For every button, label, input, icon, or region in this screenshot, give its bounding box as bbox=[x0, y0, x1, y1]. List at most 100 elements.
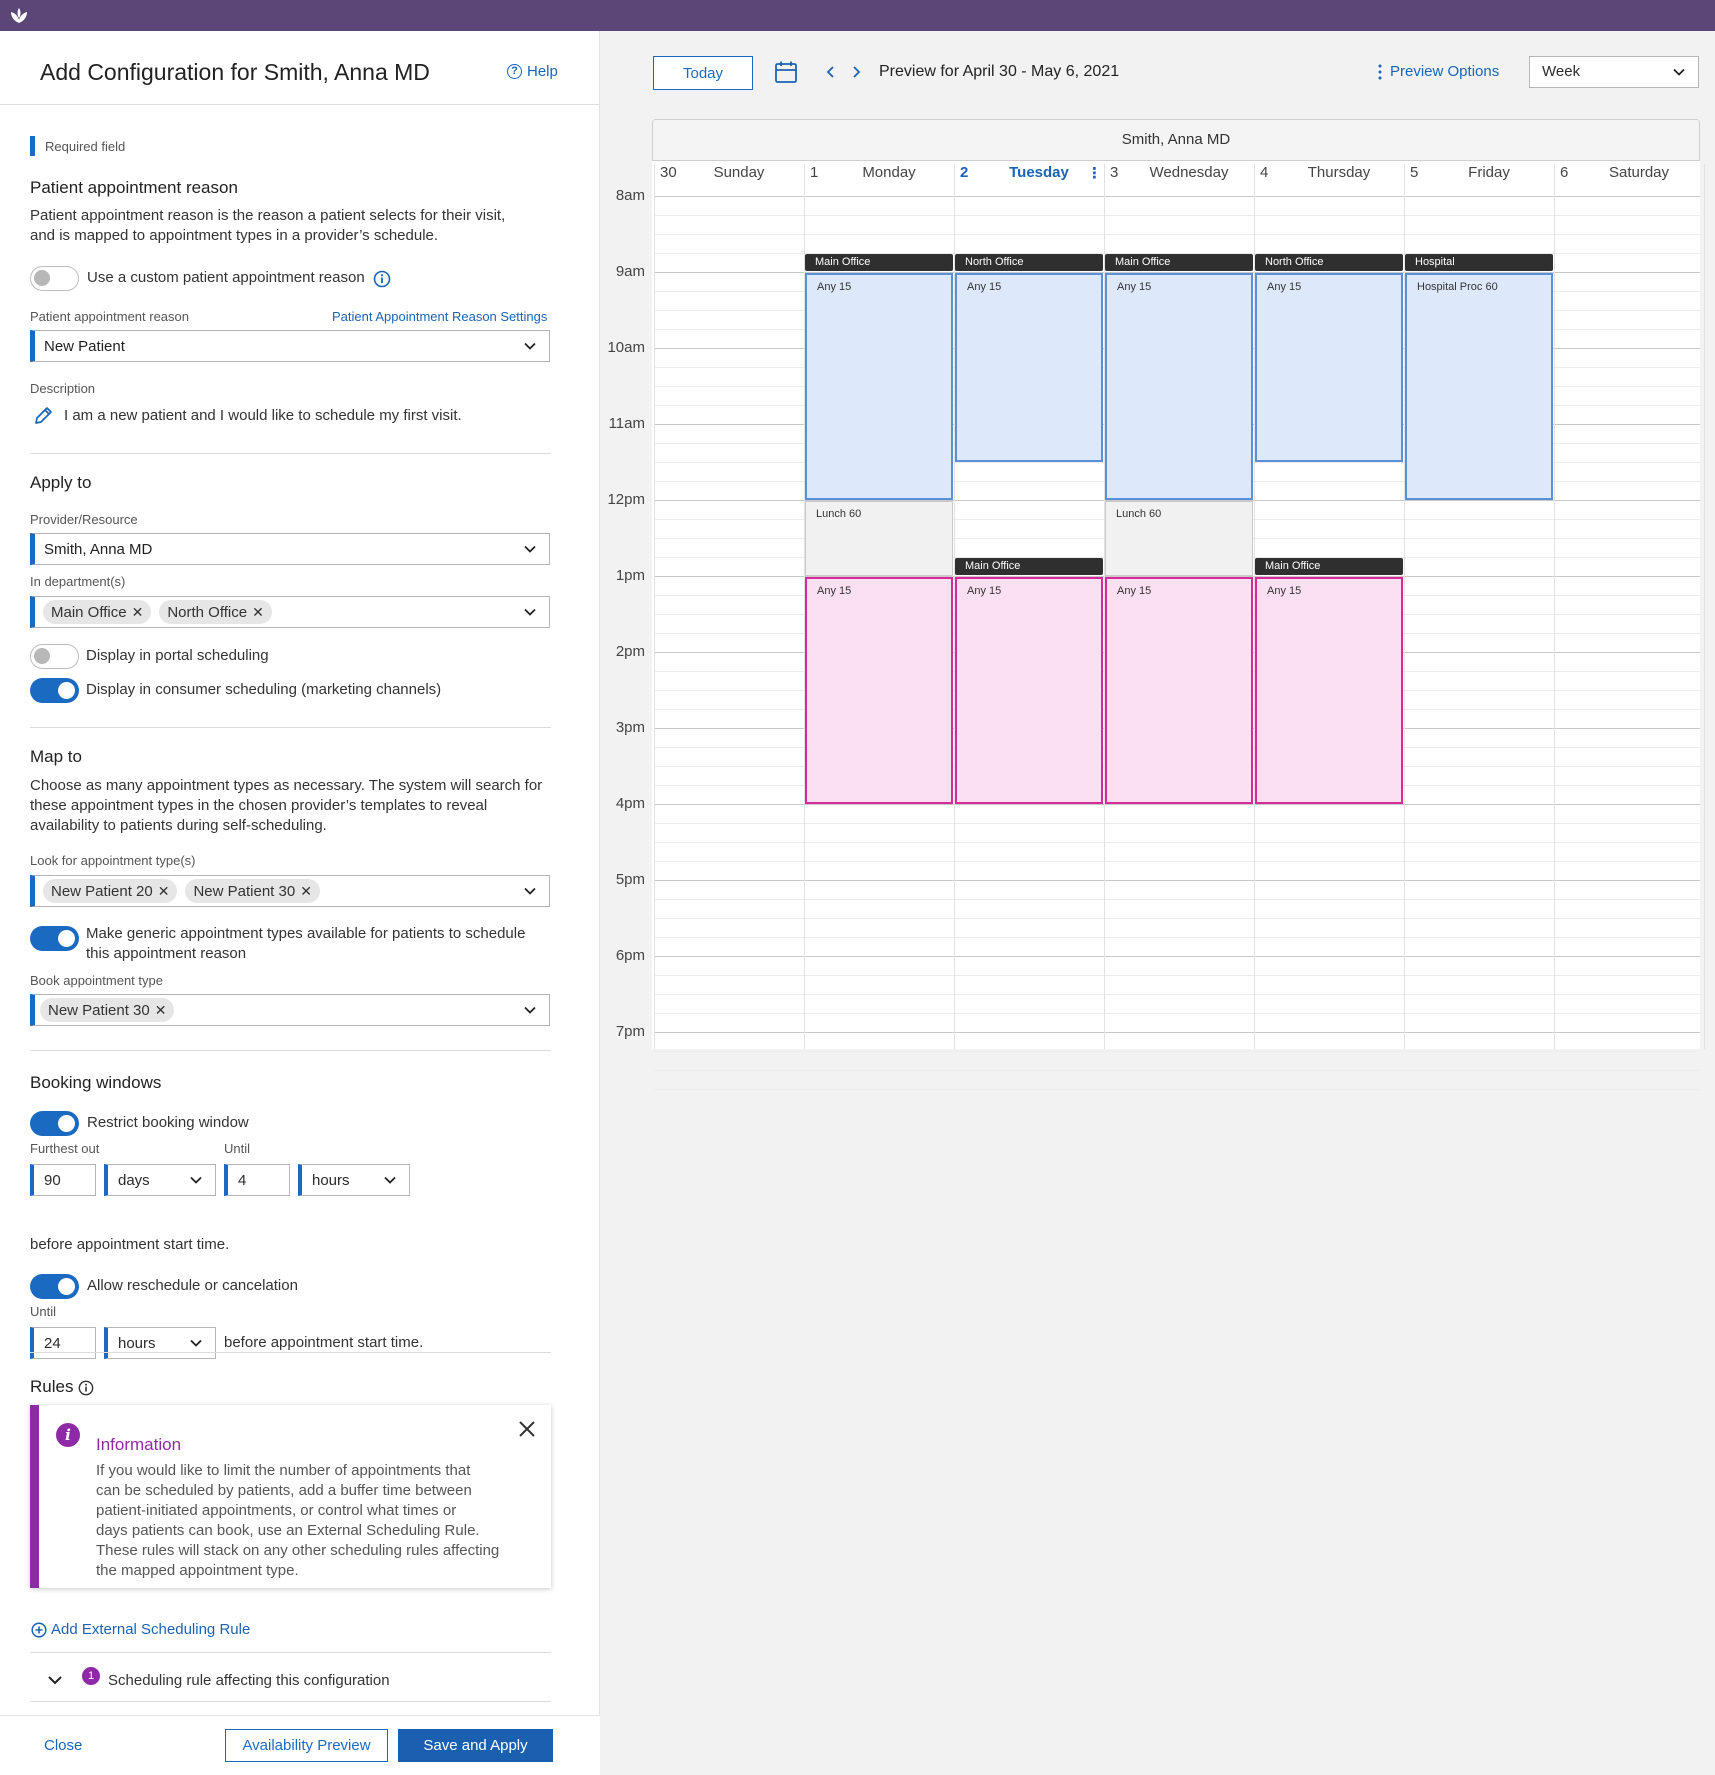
reschedule-hours-value: 24 bbox=[44, 1334, 61, 1352]
look-for-multiselect[interactable]: New Patient 20 ✕ New Patient 30 ✕ bbox=[30, 875, 550, 907]
provider-select[interactable]: Smith, Anna MD bbox=[30, 533, 550, 565]
until-hours-input[interactable]: 4 bbox=[224, 1164, 290, 1196]
close-icon[interactable] bbox=[517, 1419, 537, 1439]
block-label: Any 15 bbox=[967, 585, 1002, 597]
availability-preview-button[interactable]: Availability Preview bbox=[225, 1729, 388, 1762]
availability-block[interactable]: Any 15 bbox=[1105, 577, 1253, 804]
block-label: Lunch 60 bbox=[816, 508, 862, 520]
availability-block[interactable]: Any 15 bbox=[805, 577, 953, 804]
availability-block[interactable]: Any 15 bbox=[955, 273, 1103, 462]
close-button[interactable]: Close bbox=[44, 1737, 82, 1754]
info-icon[interactable] bbox=[373, 270, 391, 288]
block-label: Any 15 bbox=[1267, 585, 1302, 597]
save-and-apply-button[interactable]: Save and Apply bbox=[398, 1729, 553, 1762]
preview-options-button[interactable]: Preview Options bbox=[1378, 63, 1499, 80]
day-header-name[interactable]: Tuesday bbox=[984, 164, 1094, 196]
block-label: Lunch 60 bbox=[1116, 508, 1162, 520]
remove-icon[interactable]: ✕ bbox=[158, 883, 170, 900]
section-divider bbox=[30, 1352, 551, 1353]
callout-body: If you would like to limit the number of… bbox=[96, 1461, 506, 1581]
reason-settings-link[interactable]: Patient Appointment Reason Settings bbox=[332, 309, 547, 324]
today-button[interactable]: Today bbox=[653, 56, 753, 90]
availability-block[interactable]: Hospital Proc 60 bbox=[1405, 273, 1553, 500]
calendar-provider-header: Smith, Anna MD bbox=[652, 119, 1700, 161]
callout-line: If you would like to limit the number of… bbox=[96, 1462, 471, 1479]
appointment-type-chip[interactable]: New Patient 20 ✕ bbox=[43, 879, 178, 903]
reschedule-unit-select[interactable]: hours bbox=[104, 1327, 216, 1359]
block-label: Any 15 bbox=[1267, 281, 1302, 293]
chevron-down-icon bbox=[1673, 68, 1685, 76]
appointment-type-chip[interactable]: New Patient 30 ✕ bbox=[185, 879, 320, 903]
day-header-name[interactable]: Sunday bbox=[684, 164, 794, 196]
location-label: North Office bbox=[955, 254, 1103, 271]
provider-select-value: Smith, Anna MD bbox=[44, 540, 153, 558]
pencil-icon[interactable] bbox=[32, 405, 54, 427]
day-header-name[interactable]: Thursday bbox=[1284, 164, 1394, 196]
day-header-name[interactable]: Wednesday bbox=[1134, 164, 1244, 196]
day-header-name[interactable]: Monday bbox=[834, 164, 944, 196]
panel-header: Add Configuration for Smith, Anna MD ? H… bbox=[0, 31, 600, 105]
department-chip[interactable]: North Office ✕ bbox=[159, 600, 272, 624]
availability-block[interactable]: Any 15 bbox=[1255, 273, 1403, 462]
appointment-type-chip[interactable]: New Patient 30 ✕ bbox=[40, 998, 175, 1022]
affecting-rules-label: Scheduling rule affecting this configura… bbox=[108, 1671, 390, 1689]
availability-block[interactable]: Any 15 bbox=[1105, 273, 1253, 500]
callout-line: the mapped appointment type. bbox=[96, 1562, 299, 1579]
chevron-down-icon bbox=[524, 1006, 536, 1014]
day-header-name[interactable]: Saturday bbox=[1584, 164, 1694, 196]
preview-range-label: Preview for April 30 - May 6, 2021 bbox=[879, 63, 1120, 80]
chevron-left-icon[interactable] bbox=[824, 65, 838, 79]
reschedule-toggle[interactable] bbox=[30, 1274, 79, 1299]
more-vertical-icon[interactable]: ⋮ bbox=[1087, 164, 1102, 196]
until-label-2: Until bbox=[30, 1304, 57, 1319]
furthest-unit-value: days bbox=[118, 1171, 150, 1189]
view-select[interactable]: Week bbox=[1529, 56, 1699, 88]
help-link[interactable]: ? Help bbox=[507, 63, 558, 80]
day-separator bbox=[1554, 164, 1555, 1049]
chevron-down-icon bbox=[524, 545, 536, 553]
until-unit-select[interactable]: hours bbox=[298, 1164, 410, 1196]
chevron-right-icon[interactable] bbox=[849, 65, 863, 79]
restrict-booking-toggle[interactable] bbox=[30, 1111, 79, 1136]
affecting-rules-expander[interactable]: 1 Scheduling rule affecting this configu… bbox=[46, 1667, 390, 1689]
apply-section-title: Apply to bbox=[30, 473, 92, 492]
help-icon: ? bbox=[507, 64, 522, 79]
reason-description-1: Patient appointment reason is the reason… bbox=[30, 207, 506, 224]
quarter-gridline bbox=[654, 842, 1700, 843]
remove-icon[interactable]: ✕ bbox=[252, 604, 264, 621]
rule-count-badge: 1 bbox=[82, 1667, 100, 1685]
reason-select[interactable]: New Patient bbox=[30, 330, 550, 362]
remove-icon[interactable]: ✕ bbox=[132, 604, 144, 621]
remove-icon[interactable]: ✕ bbox=[155, 1002, 167, 1019]
furthest-out-input[interactable]: 90 bbox=[30, 1164, 96, 1196]
custom-reason-toggle[interactable] bbox=[30, 266, 79, 291]
day-header-name[interactable]: Friday bbox=[1434, 164, 1544, 196]
view-select-value: Week bbox=[1542, 63, 1581, 80]
book-type-select[interactable]: New Patient 30 ✕ bbox=[30, 994, 550, 1026]
calendar-icon[interactable] bbox=[774, 60, 798, 84]
day-header-number: 3 bbox=[1110, 164, 1119, 181]
furthest-unit-select[interactable]: days bbox=[104, 1164, 216, 1196]
availability-block[interactable]: Any 15 bbox=[955, 577, 1103, 804]
department-chip[interactable]: Main Office ✕ bbox=[43, 600, 152, 624]
app-logo-icon[interactable] bbox=[8, 5, 30, 27]
generic-types-label-2: this appointment reason bbox=[86, 945, 247, 962]
reason-description-2: and is mapped to appointment types in a … bbox=[30, 227, 439, 244]
portal-scheduling-toggle[interactable] bbox=[30, 644, 79, 669]
map-description-3: availability to patients during self-sch… bbox=[30, 817, 327, 834]
block-label: Any 15 bbox=[1117, 585, 1152, 597]
generic-types-toggle[interactable] bbox=[30, 926, 79, 951]
reason-select-value: New Patient bbox=[44, 337, 125, 355]
reschedule-hours-input[interactable]: 24 bbox=[30, 1327, 96, 1359]
portal-scheduling-label: Display in portal scheduling bbox=[86, 647, 269, 664]
department-multiselect[interactable]: Main Office ✕ North Office ✕ bbox=[30, 596, 550, 628]
add-rule-link[interactable]: Add External Scheduling Rule bbox=[31, 1621, 250, 1638]
info-icon[interactable] bbox=[78, 1380, 94, 1396]
availability-block[interactable]: Any 15 bbox=[805, 273, 953, 500]
hour-gridline bbox=[654, 956, 1700, 957]
consumer-scheduling-toggle[interactable] bbox=[30, 678, 79, 703]
availability-block[interactable]: Any 15 bbox=[1255, 577, 1403, 804]
lunch-block[interactable]: Lunch 60 bbox=[1105, 501, 1253, 576]
lunch-block[interactable]: Lunch 60 bbox=[805, 501, 953, 576]
remove-icon[interactable]: ✕ bbox=[300, 883, 312, 900]
